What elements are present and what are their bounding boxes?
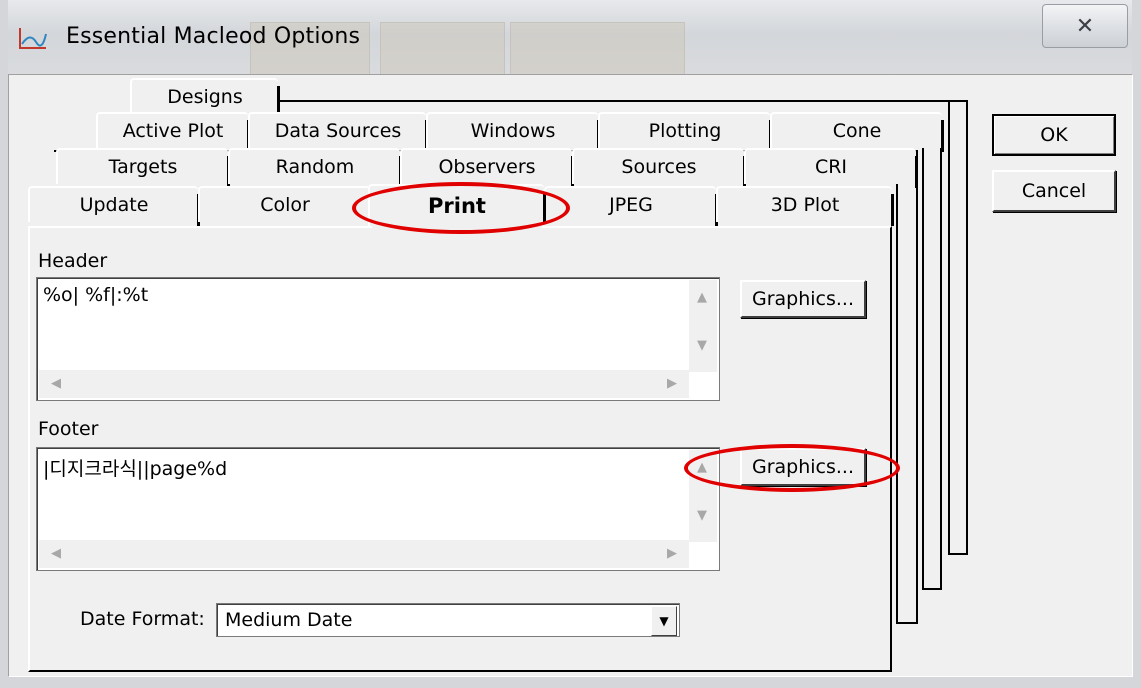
- close-icon: ✕: [1075, 13, 1095, 39]
- tab-page-edge: [896, 170, 918, 624]
- tab-page-edge: [948, 100, 968, 555]
- tab-data-sources[interactable]: Data Sources: [248, 112, 428, 152]
- scroll-down-icon[interactable]: ▼: [697, 508, 707, 523]
- header-text-area[interactable]: %o| %f|:%t ▲ ▼ ◀ ▶: [36, 277, 720, 401]
- tab-sources[interactable]: Sources: [572, 148, 746, 188]
- tab-page-edge: [922, 140, 942, 590]
- tab-observers[interactable]: Observers: [400, 148, 574, 188]
- header-vertical-scrollbar[interactable]: ▲ ▼: [689, 280, 717, 372]
- tab-jpeg[interactable]: JPEG: [544, 186, 718, 226]
- tab-label: Plotting: [648, 120, 722, 142]
- scroll-down-icon[interactable]: ▼: [697, 338, 707, 353]
- date-format-select[interactable]: Medium Date ▼: [216, 603, 680, 637]
- graphics-button-highlight-oval: [684, 444, 900, 492]
- button-label: OK: [1040, 124, 1068, 146]
- tab-label: Targets: [108, 156, 178, 178]
- tab-label: CRI: [814, 156, 848, 178]
- tab-label: Windows: [470, 120, 556, 142]
- tab-color[interactable]: Color: [198, 186, 372, 226]
- tab-random[interactable]: Random: [228, 148, 402, 188]
- tab-targets[interactable]: Targets: [56, 148, 230, 188]
- tab-label: Color: [260, 194, 310, 216]
- background-window-ghost: [380, 22, 505, 74]
- header-label: Header: [38, 250, 108, 272]
- tab-windows[interactable]: Windows: [426, 112, 600, 152]
- header-graphics-button[interactable]: Graphics...: [740, 280, 866, 318]
- tab-page-edge: [896, 622, 918, 624]
- print-tab-highlight-oval: [352, 182, 570, 234]
- header-text: %o| %f|:%t: [43, 284, 149, 306]
- tab-page-edge: [948, 553, 968, 555]
- tab-label: Update: [79, 194, 149, 216]
- window-frame-left: [0, 0, 8, 688]
- chevron-down-icon[interactable]: ▼: [651, 606, 677, 636]
- tab-page-edge: [922, 588, 942, 590]
- date-format-label: Date Format:: [80, 608, 205, 630]
- footer-text-area[interactable]: |디지크라식||page%d ▲ ▼ ◀ ▶: [36, 447, 720, 571]
- tab-label: Cone: [832, 120, 882, 142]
- header-horizontal-scrollbar[interactable]: ◀ ▶: [39, 370, 689, 398]
- cancel-button[interactable]: Cancel: [992, 170, 1116, 212]
- tab-active-plot[interactable]: Active Plot: [96, 112, 250, 152]
- ok-button[interactable]: OK: [992, 114, 1116, 156]
- tab-label: Data Sources: [274, 120, 402, 142]
- tab-label: Active Plot: [122, 120, 224, 142]
- window-frame-bottom: [0, 676, 1141, 688]
- button-label: Cancel: [1021, 180, 1087, 202]
- background-window-ghost: [510, 22, 685, 74]
- footer-text: |디지크라식||page%d: [43, 458, 228, 480]
- tab-label: JPEG: [609, 194, 653, 216]
- scroll-right-icon[interactable]: ▶: [667, 546, 677, 561]
- button-label: Graphics...: [751, 288, 855, 310]
- tab-label: Random: [275, 156, 355, 178]
- scroll-right-icon[interactable]: ▶: [667, 376, 677, 391]
- window-title: Essential Macleod Options: [66, 24, 361, 49]
- tab-label: Observers: [438, 156, 536, 178]
- tab-designs[interactable]: Designs: [130, 78, 280, 118]
- tab-3d-plot[interactable]: 3D Plot: [716, 186, 894, 226]
- close-button[interactable]: ✕: [1042, 4, 1128, 48]
- tab-update[interactable]: Update: [28, 186, 200, 226]
- scroll-left-icon[interactable]: ◀: [51, 546, 61, 561]
- tab-plotting[interactable]: Plotting: [598, 112, 772, 152]
- tab-label: Sources: [621, 156, 697, 178]
- footer-horizontal-scrollbar[interactable]: ◀ ▶: [39, 540, 689, 568]
- macleod-app-icon: [16, 24, 52, 54]
- tab-cone[interactable]: Cone: [770, 112, 944, 152]
- tab-label: Designs: [167, 86, 243, 108]
- footer-label: Footer: [38, 418, 99, 440]
- tab-label: 3D Plot: [770, 194, 840, 216]
- date-format-value: Medium Date: [225, 609, 353, 631]
- scroll-up-icon[interactable]: ▲: [697, 290, 707, 305]
- tab-cri[interactable]: CRI: [744, 148, 918, 188]
- window-frame-right: [1132, 0, 1141, 688]
- scroll-left-icon[interactable]: ◀: [51, 376, 61, 391]
